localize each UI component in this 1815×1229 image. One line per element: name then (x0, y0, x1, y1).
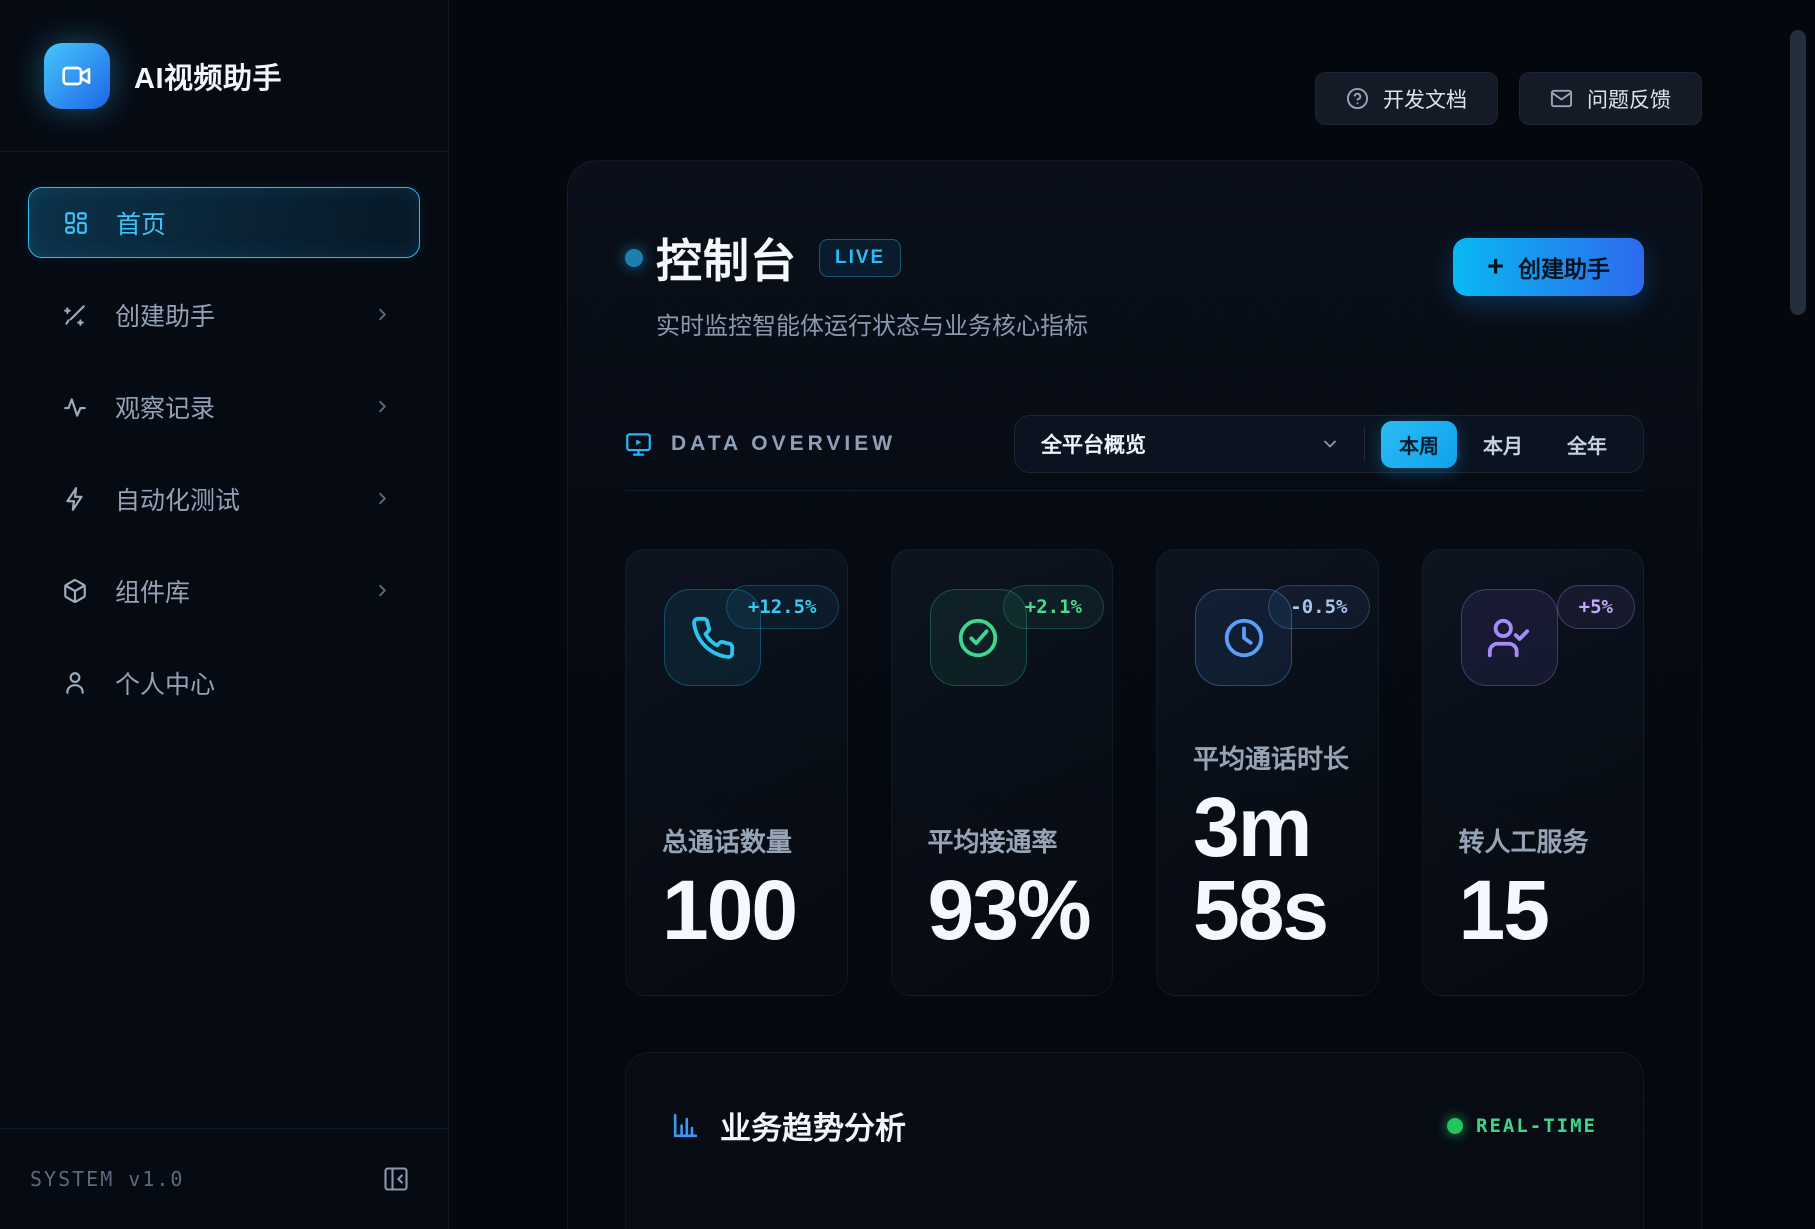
chevron-right-icon (373, 305, 392, 324)
panel-collapse-icon (382, 1165, 410, 1193)
stat-label: 平均接通率 (928, 822, 1090, 859)
overview-controls: 全平台概览 本周 本月 全年 (1014, 415, 1644, 473)
cube-icon (62, 578, 88, 604)
dashboard-icon (63, 210, 89, 236)
tab-year[interactable]: 全年 (1549, 421, 1625, 468)
realtime-label: REAL-TIME (1476, 1115, 1597, 1137)
docs-button-label: 开发文档 (1383, 84, 1467, 114)
stat-card-avg-duration: -0.5% 平均通话时长 3m 58s (1156, 549, 1379, 996)
topbar: 开发文档 问题反馈 (449, 0, 1815, 125)
chevron-right-icon (373, 397, 392, 416)
sidebar-item-label: 首页 (116, 205, 166, 241)
user-icon (62, 670, 88, 696)
sidebar-item-observation-log[interactable]: 观察记录 (28, 371, 420, 442)
stat-value: 100 (662, 869, 796, 951)
stat-value: 93% (928, 869, 1090, 951)
feedback-button-label: 问题反馈 (1587, 84, 1671, 114)
delta-badge: -0.5% (1268, 585, 1369, 629)
live-badge: LIVE (819, 239, 901, 277)
delta-badge: +5% (1557, 585, 1635, 629)
sidebar-item-label: 组件库 (115, 573, 190, 609)
stat-label: 平均通话时长 (1193, 739, 1349, 776)
page-subtitle: 实时监控智能体运行状态与业务核心指标 (656, 306, 1088, 341)
stat-value: 3m 58s (1193, 786, 1349, 951)
create-assistant-label: 创建助手 (1518, 250, 1610, 284)
feedback-button[interactable]: 问题反馈 (1519, 72, 1702, 125)
sidebar-item-label: 个人中心 (115, 665, 215, 701)
stat-label: 总通话数量 (662, 822, 796, 859)
collapse-sidebar-button[interactable] (382, 1165, 410, 1193)
sidebar-item-label: 创建助手 (115, 297, 215, 333)
platform-select[interactable]: 全平台概览 (1015, 429, 1364, 459)
tab-week[interactable]: 本周 (1381, 421, 1457, 468)
period-tabs: 本周 本月 全年 (1365, 421, 1643, 468)
magic-wand-icon (62, 302, 88, 328)
delta-badge: +2.1% (1003, 585, 1104, 629)
stat-label: 转人工服务 (1459, 822, 1589, 859)
sidebar-item-label: 自动化测试 (115, 481, 240, 517)
sidebar-item-profile[interactable]: 个人中心 (28, 647, 420, 718)
help-circle-icon (1346, 87, 1369, 110)
status-dot (625, 249, 643, 267)
realtime-dot (1447, 1118, 1463, 1134)
stat-value: 15 (1459, 869, 1589, 951)
app-logo (44, 43, 110, 109)
sidebar-item-label: 观察记录 (115, 389, 215, 425)
platform-select-value: 全平台概览 (1041, 429, 1146, 459)
create-assistant-button[interactable]: + 创建助手 (1453, 238, 1644, 296)
chevron-right-icon (373, 581, 392, 600)
main-content: 开发文档 问题反馈 控制台 LIVE 实时 (449, 0, 1815, 1229)
sidebar-item-create-assistant[interactable]: 创建助手 (28, 279, 420, 350)
activity-icon (62, 394, 88, 420)
tab-month[interactable]: 本月 (1465, 421, 1541, 468)
page-title: 控制台 (656, 225, 797, 291)
sidebar-header: AI视频助手 (0, 0, 448, 152)
user-check-icon (1461, 589, 1558, 686)
sidebar-footer: SYSTEM v1.0 (0, 1128, 448, 1229)
console-header: 控制台 LIVE 实时监控智能体运行状态与业务核心指标 + 创建助手 (625, 225, 1644, 341)
sidebar-item-home[interactable]: 首页 (28, 187, 420, 258)
section-divider (625, 490, 1644, 491)
chevron-down-icon (1320, 434, 1340, 454)
sidebar: AI视频助手 首页 创建助手 (0, 0, 449, 1229)
section-label: DATA OVERVIEW (671, 432, 896, 456)
app-title: AI视频助手 (134, 55, 282, 97)
chevron-right-icon (373, 489, 392, 508)
plus-icon: + (1487, 253, 1504, 282)
docs-button[interactable]: 开发文档 (1315, 72, 1498, 125)
app-root: AI视频助手 首页 创建助手 (0, 0, 1815, 1229)
lightning-icon (62, 486, 88, 512)
scrollbar[interactable] (1790, 30, 1806, 315)
stat-card-human-transfer: +5% 转人工服务 15 (1422, 549, 1645, 996)
bar-chart-icon (670, 1110, 701, 1141)
stat-card-answer-rate: +2.1% 平均接通率 93% (891, 549, 1114, 996)
monitor-play-icon (625, 431, 652, 458)
delta-badge: +12.5% (726, 585, 839, 629)
trend-title: 业务趋势分析 (720, 1103, 906, 1148)
sidebar-item-automation-test[interactable]: 自动化测试 (28, 463, 420, 534)
console-panel: 控制台 LIVE 实时监控智能体运行状态与业务核心指标 + 创建助手 (567, 160, 1702, 1229)
sidebar-nav: 首页 创建助手 观察记录 (0, 152, 448, 718)
mail-icon (1550, 87, 1573, 110)
system-version: SYSTEM v1.0 (30, 1167, 184, 1191)
sidebar-item-component-library[interactable]: 组件库 (28, 555, 420, 626)
stat-cards: +12.5% 总通话数量 100 +2.1% 平均接通率 (625, 549, 1644, 996)
stat-card-total-calls: +12.5% 总通话数量 100 (625, 549, 848, 996)
data-overview-row: DATA OVERVIEW 全平台概览 本周 本月 全年 (625, 415, 1644, 473)
video-camera-icon (61, 60, 93, 92)
trend-section: 业务趋势分析 REAL-TIME (625, 1052, 1644, 1229)
